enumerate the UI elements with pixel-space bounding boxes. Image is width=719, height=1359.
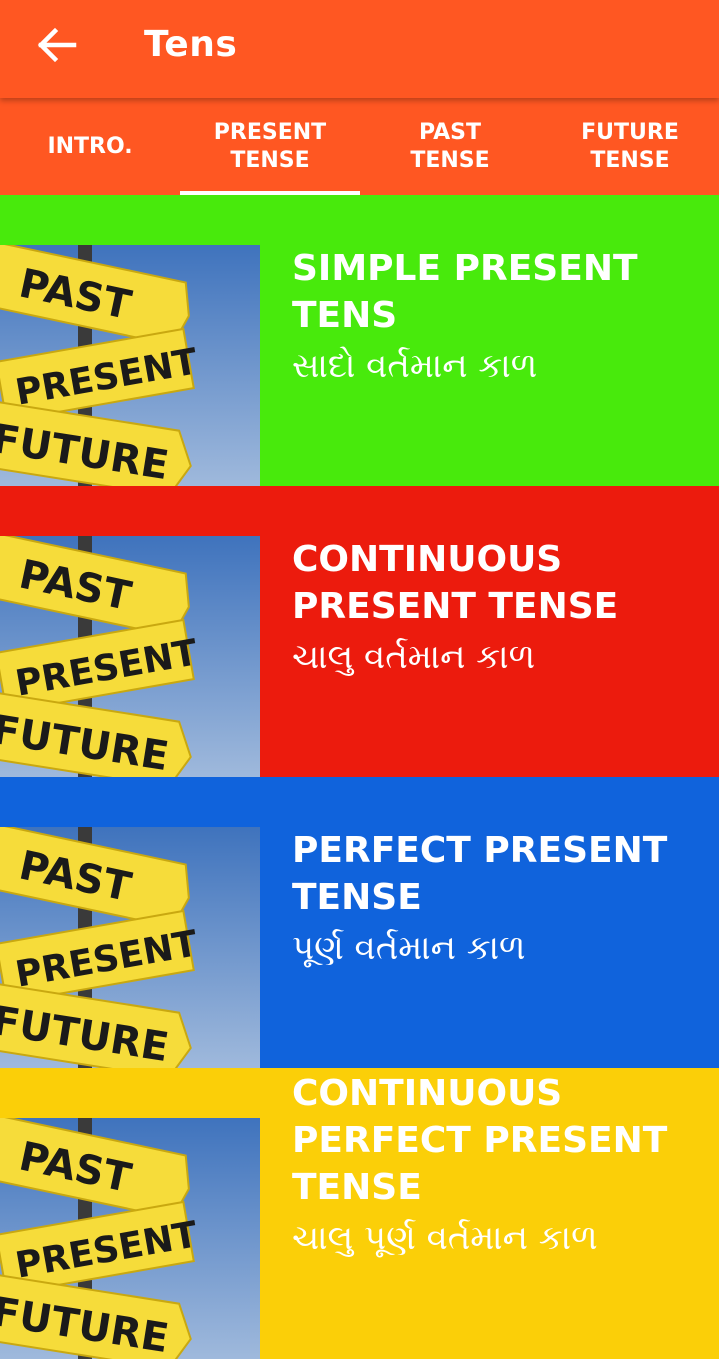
back-arrow-icon[interactable]	[30, 22, 84, 68]
tense-subtitle-gujarati: ચાલુ પૂર્ણ વર્તમાન કાળ	[292, 1218, 598, 1258]
page-title: Tens	[144, 24, 238, 65]
tab-intro[interactable]: INTRO.	[0, 98, 180, 195]
tense-title: CONTINUOUS PRESENT TENSE	[292, 539, 619, 627]
signpost-thumbnail: PAST PRESENT FUTURE	[0, 536, 260, 777]
tense-subtitle-gujarati: પૂર્ણ વર્તમાન કાળ	[292, 928, 526, 968]
tense-subtitle-gujarati: ચાલુ વર્તમાન કાળ	[292, 637, 536, 677]
tense-list-item-perfect-present[interactable]: PAST PRESENT FUTURE PERFECT PRESENT TENS…	[0, 777, 719, 1068]
tense-title: PERFECT PRESENT TENSE	[292, 830, 668, 918]
tab-present-tense[interactable]: PRESENT TENSE	[180, 98, 360, 195]
tense-list-item-continuous-present[interactable]: PAST PRESENT FUTURE CONTINUOUS PRESENT T…	[0, 486, 719, 777]
app-bar: Tens	[0, 0, 719, 98]
tab-bar: INTRO. PRESENT TENSE PAST TENSE FUTURE T…	[0, 98, 719, 195]
tense-list-item-simple-present[interactable]: PAST PRESENT FUTURE SIMPLE PRESENT TENS …	[0, 195, 719, 486]
tense-subtitle-gujarati: સાદો વર્તમાન કાળ	[292, 346, 538, 386]
signpost-thumbnail: PAST PRESENT FUTURE	[0, 827, 260, 1068]
selected-tab-indicator	[180, 191, 360, 195]
signpost-thumbnail: PAST PRESENT FUTURE	[0, 245, 260, 486]
tense-title: CONTINUOUS PERFECT PRESENT TENSE	[292, 1073, 668, 1208]
tense-list-item-continuous-perfect-present[interactable]: PAST PRESENT FUTURE CONTINUOUS PERFECT P…	[0, 1068, 719, 1359]
tab-future-tense[interactable]: FUTURE TENSE	[540, 98, 719, 195]
tab-past-tense[interactable]: PAST TENSE	[360, 98, 540, 195]
signpost-thumbnail: PAST PRESENT FUTURE	[0, 1118, 260, 1359]
tense-title: SIMPLE PRESENT TENS	[292, 248, 638, 336]
